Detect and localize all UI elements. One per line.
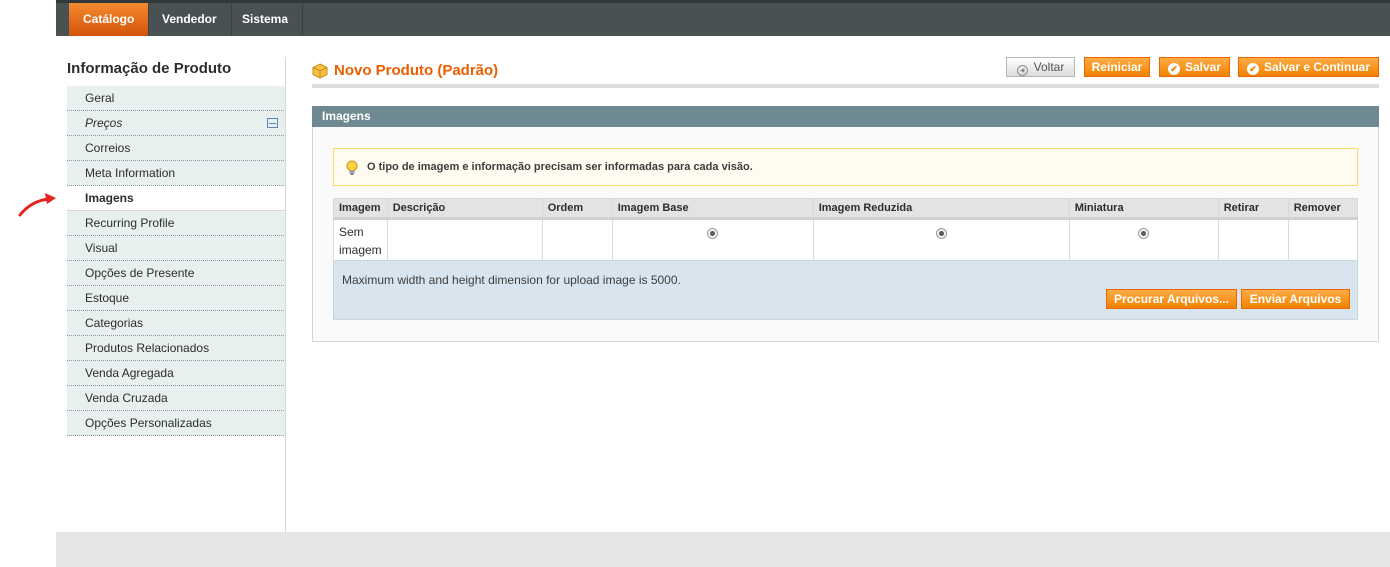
sidebar-item-opcoes-de-presente[interactable]: Opções de Presente	[67, 261, 286, 286]
col-header-retirar: Retirar	[1217, 198, 1289, 220]
col-header-descricao: Descrição	[386, 198, 543, 220]
browse-files-button[interactable]: Procurar Arquivos...	[1106, 289, 1237, 309]
thumbnail-radio[interactable]	[1138, 228, 1150, 239]
col-header-imagem: Imagem	[333, 198, 388, 220]
col-header-miniatura: Miniatura	[1068, 198, 1219, 220]
save-continue-button-label: Salvar e Continuar	[1263, 60, 1371, 74]
table-row: Sem imagem	[333, 218, 1359, 263]
table-header-row: Imagem Descrição Ordem Imagem Base Image…	[333, 198, 1359, 220]
sidebar-item-precos[interactable]: Preços	[67, 111, 286, 136]
cell-no-image: Sem imagem	[333, 218, 388, 263]
images-table: Imagem Descrição Ordem Imagem Base Image…	[333, 198, 1359, 263]
sidebar-item-visual[interactable]: Visual	[67, 236, 286, 261]
col-header-imagem-reduzida: Imagem Reduzida	[812, 198, 1070, 220]
save-continue-button[interactable]: ✔ Salvar e Continuar	[1238, 57, 1379, 77]
back-button[interactable]: ◀ Voltar	[1006, 57, 1075, 77]
col-header-ordem: Ordem	[541, 198, 613, 220]
notice-box: O tipo de imagem e informação precisam s…	[333, 148, 1358, 186]
product-box-icon	[312, 63, 328, 79]
red-pointer-arrow-icon	[18, 193, 56, 217]
cell-description	[386, 218, 543, 263]
sidebar-item-opcoes-personalizadas[interactable]: Opções Personalizadas	[67, 411, 286, 436]
page-title: Novo Produto (Padrão)	[334, 62, 499, 79]
cell-small-image	[812, 218, 1070, 263]
sidebar-item-estoque[interactable]: Estoque	[67, 286, 286, 311]
images-section-header: Imagens	[312, 106, 1379, 127]
col-header-imagem-base: Imagem Base	[611, 198, 814, 220]
no-image-line2: imagem	[339, 243, 382, 257]
sidebar-item-produtos-relacionados[interactable]: Produtos Relacionados	[67, 336, 286, 361]
check-icon: ✔	[1246, 63, 1259, 75]
back-arrow-icon: ◀	[1016, 65, 1028, 76]
sidebar-item-label: Preços	[85, 116, 123, 130]
upload-info-text: Maximum width and height dimension for u…	[342, 273, 681, 287]
cell-order	[541, 218, 613, 263]
back-button-label: Voltar	[1033, 60, 1065, 74]
sidebar-item-venda-agregada[interactable]: Venda Agregada	[67, 361, 286, 386]
cell-exclude	[1217, 218, 1289, 263]
sidebar-tabs: Geral Preços Correios Meta Information I…	[67, 86, 286, 436]
sidebar-item-categorias[interactable]: Categorias	[67, 311, 286, 336]
sidebar-item-venda-cruzada[interactable]: Venda Cruzada	[67, 386, 286, 411]
footer-band	[56, 532, 1390, 567]
changed-disk-icon	[267, 118, 278, 128]
top-navigation: Catálogo Vendedor Sistema	[56, 0, 1390, 36]
reset-button[interactable]: Reiniciar	[1084, 57, 1150, 77]
small-image-radio[interactable]	[935, 228, 947, 239]
cell-thumbnail	[1068, 218, 1219, 263]
cell-remove	[1287, 218, 1359, 263]
title-underline	[312, 84, 1379, 88]
no-image-line1: Sem	[339, 225, 364, 239]
sidebar-item-meta-information[interactable]: Meta Information	[67, 161, 286, 186]
nav-tab-catalogo[interactable]: Catálogo	[69, 3, 150, 36]
check-icon: ✔	[1167, 63, 1180, 75]
notice-text: O tipo de imagem e informação precisam s…	[367, 161, 753, 173]
save-button-label: Salvar	[1184, 60, 1222, 74]
sidebar-item-imagens[interactable]: Imagens	[67, 186, 286, 211]
nav-tab-sistema[interactable]: Sistema	[228, 3, 304, 36]
nav-tab-vendedor[interactable]: Vendedor	[148, 3, 232, 36]
sidebar-title: Informação de Produto	[67, 60, 232, 77]
save-button[interactable]: ✔ Salvar	[1159, 57, 1230, 77]
upload-files-button[interactable]: Enviar Arquivos	[1241, 289, 1350, 309]
sidebar-item-recurring-profile[interactable]: Recurring Profile	[67, 211, 286, 236]
lightbulb-icon	[346, 160, 358, 175]
sidebar-divider	[285, 57, 286, 532]
sidebar-item-geral[interactable]: Geral	[67, 86, 286, 111]
base-image-radio[interactable]	[707, 228, 719, 239]
upload-panel: Maximum width and height dimension for u…	[333, 260, 1358, 320]
cell-base-image	[611, 218, 814, 263]
admin-page: Catálogo Vendedor Sistema Informação de …	[56, 0, 1390, 567]
sidebar-item-correios[interactable]: Correios	[67, 136, 286, 161]
col-header-remover: Remover	[1287, 198, 1359, 220]
